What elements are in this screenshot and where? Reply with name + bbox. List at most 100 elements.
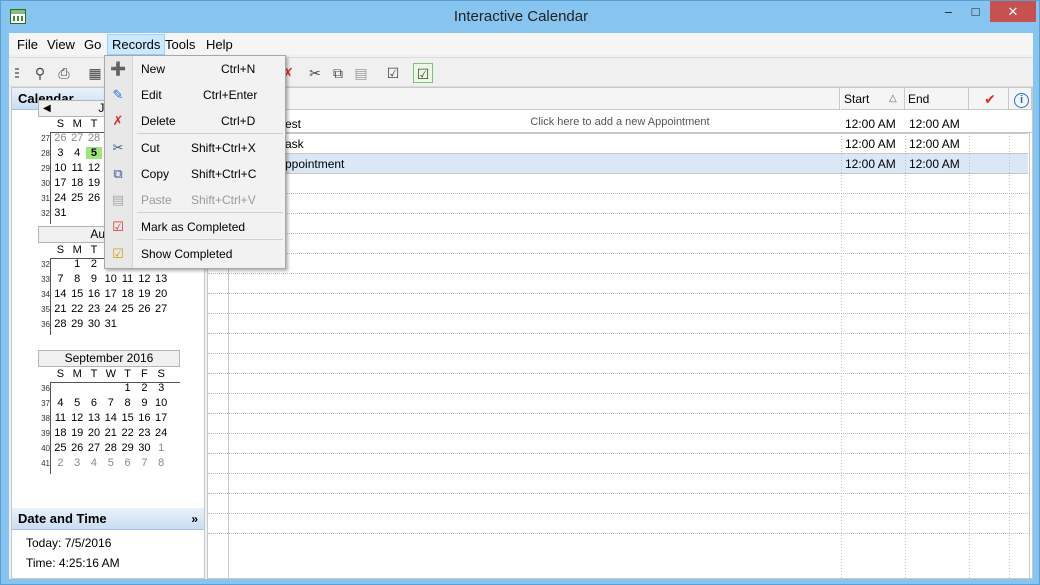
calendar-day[interactable]: 21 xyxy=(102,427,119,439)
column-end[interactable]: End xyxy=(905,88,969,110)
calendar-day[interactable]: 1 xyxy=(119,382,136,394)
calendar-day[interactable]: 12 xyxy=(69,412,86,424)
calendar-day[interactable]: 4 xyxy=(69,147,86,159)
calendar-day[interactable]: 17 xyxy=(52,177,69,189)
calendar-day[interactable]: 8 xyxy=(119,397,136,409)
calendar-day[interactable]: 31 xyxy=(102,318,119,330)
calendar-day[interactable]: 1 xyxy=(153,442,170,454)
menu-item-show-completed[interactable]: ☑ Show Completed xyxy=(105,241,285,267)
calendar-day[interactable]: 6 xyxy=(119,457,136,469)
table-row[interactable]: est 12:00 AM 12:00 AM xyxy=(208,114,1028,134)
calendar-day[interactable]: 5 xyxy=(85,147,103,159)
calendar-day[interactable]: 3 xyxy=(153,382,170,394)
calendar-day[interactable]: 7 xyxy=(102,397,119,409)
calendar-day[interactable]: 4 xyxy=(52,397,69,409)
calendar-day[interactable]: 30 xyxy=(86,318,103,330)
calendar-day[interactable]: 7 xyxy=(136,457,153,469)
show-completed-toolbar-icon[interactable]: ☑ xyxy=(413,63,433,83)
calendar-day[interactable]: 9 xyxy=(136,397,153,409)
calendar-day[interactable]: 20 xyxy=(153,288,170,300)
calendar-day[interactable]: 26 xyxy=(52,132,69,144)
calendar-day[interactable]: 22 xyxy=(69,303,86,315)
calendar-day[interactable]: 19 xyxy=(136,288,153,300)
calendar-day[interactable]: 16 xyxy=(86,288,103,300)
calendar-day[interactable]: 11 xyxy=(69,162,86,174)
calendar-day[interactable]: 12 xyxy=(136,273,153,285)
calendar-day[interactable]: 26 xyxy=(86,192,103,204)
calendar-day[interactable]: 18 xyxy=(52,427,69,439)
calendar-day[interactable]: 30 xyxy=(136,442,153,454)
calendar-day[interactable]: 3 xyxy=(69,457,86,469)
print-icon[interactable]: ⎙ xyxy=(54,63,74,83)
calendar-day[interactable]: 5 xyxy=(69,397,86,409)
toolbar-grip[interactable] xyxy=(15,68,19,78)
copy-toolbar-icon[interactable]: ⧉ xyxy=(328,63,348,83)
calendar-day[interactable]: 23 xyxy=(136,427,153,439)
calendar-day[interactable]: 20 xyxy=(86,427,103,439)
calendar-day[interactable]: 25 xyxy=(119,303,136,315)
menu-tools[interactable]: Tools xyxy=(165,37,195,53)
close-button[interactable]: ✕ xyxy=(990,1,1036,22)
calendar-day[interactable]: 19 xyxy=(86,177,103,189)
calendar-day[interactable]: 25 xyxy=(69,192,86,204)
calendar-day[interactable]: 27 xyxy=(153,303,170,315)
calendar-day[interactable]: 9 xyxy=(86,273,103,285)
calendar-day[interactable]: 28 xyxy=(52,318,69,330)
calendar-day[interactable]: 25 xyxy=(52,442,69,454)
menu-records[interactable]: Records xyxy=(107,34,166,55)
calendar-day[interactable]: 26 xyxy=(69,442,86,454)
menu-view[interactable]: View xyxy=(47,37,75,53)
calendar-view-icon[interactable]: ▦ xyxy=(85,63,105,83)
calendar-day[interactable]: 4 xyxy=(86,457,103,469)
collapse-chevron-icon[interactable]: » xyxy=(191,508,198,530)
calendar-day[interactable]: 15 xyxy=(69,288,86,300)
menu-item-edit[interactable]: ✎ Edit Ctrl+Enter xyxy=(105,82,285,108)
calendar-day[interactable]: 5 xyxy=(102,457,119,469)
calendar-day[interactable]: 14 xyxy=(102,412,119,424)
calendar-day[interactable]: 27 xyxy=(69,132,86,144)
calendar-day[interactable]: 2 xyxy=(52,457,69,469)
calendar-day[interactable]: 17 xyxy=(102,288,119,300)
calendar-day[interactable]: 29 xyxy=(69,318,86,330)
calendar-day[interactable]: 21 xyxy=(52,303,69,315)
menu-item-delete[interactable]: ✗ Delete Ctrl+D xyxy=(105,108,285,134)
calendar-day[interactable]: 8 xyxy=(69,273,86,285)
column-start[interactable]: Start △ xyxy=(841,88,905,110)
calendar-day[interactable]: 7 xyxy=(52,273,69,285)
calendar-day[interactable]: 14 xyxy=(52,288,69,300)
calendar-day[interactable]: 13 xyxy=(86,412,103,424)
calendar-day[interactable]: 31 xyxy=(52,207,69,219)
menu-item-cut[interactable]: ✂ Cut Shift+Ctrl+X xyxy=(105,135,285,161)
calendar-day[interactable]: 24 xyxy=(102,303,119,315)
cut-toolbar-icon[interactable]: ✂ xyxy=(305,63,325,83)
calendar-day[interactable]: 8 xyxy=(153,457,170,469)
menu-help[interactable]: Help xyxy=(206,37,233,53)
calendar-day[interactable]: 17 xyxy=(153,412,170,424)
menu-item-new[interactable]: ➕ New Ctrl+N xyxy=(105,56,285,82)
calendar-day[interactable]: 26 xyxy=(136,303,153,315)
calendar-day[interactable]: 10 xyxy=(102,273,119,285)
menu-item-copy[interactable]: ⧉ Copy Shift+Ctrl+C xyxy=(105,161,285,187)
calendar-day[interactable]: 23 xyxy=(86,303,103,315)
column-subject[interactable] xyxy=(208,88,840,110)
calendar-day[interactable]: 16 xyxy=(136,412,153,424)
calendar-day[interactable]: 2 xyxy=(86,258,103,270)
calendar-day[interactable]: 10 xyxy=(153,397,170,409)
calendar-day[interactable]: 6 xyxy=(86,397,103,409)
month-header[interactable]: September 2016 xyxy=(38,350,180,367)
calendar-day[interactable]: 3 xyxy=(52,147,69,159)
maximize-button[interactable]: □ xyxy=(962,1,989,22)
paste-toolbar-icon[interactable]: ▤ xyxy=(351,63,371,83)
minimize-button[interactable]: – xyxy=(935,1,962,22)
prev-month-icon[interactable]: ◀ xyxy=(43,101,51,116)
calendar-day[interactable]: 24 xyxy=(52,192,69,204)
calendar-day[interactable]: 18 xyxy=(119,288,136,300)
search-icon[interactable]: ⚲ xyxy=(30,63,50,83)
calendar-day[interactable]: 19 xyxy=(69,427,86,439)
calendar-day[interactable]: 18 xyxy=(69,177,86,189)
datetime-header[interactable]: Date and Time » xyxy=(12,508,204,530)
calendar-day[interactable]: 22 xyxy=(119,427,136,439)
calendar-day[interactable]: 11 xyxy=(119,273,136,285)
menu-item-mark-as-completed[interactable]: ☑ Mark as Completed xyxy=(105,214,285,240)
menu-go[interactable]: Go xyxy=(84,37,101,53)
